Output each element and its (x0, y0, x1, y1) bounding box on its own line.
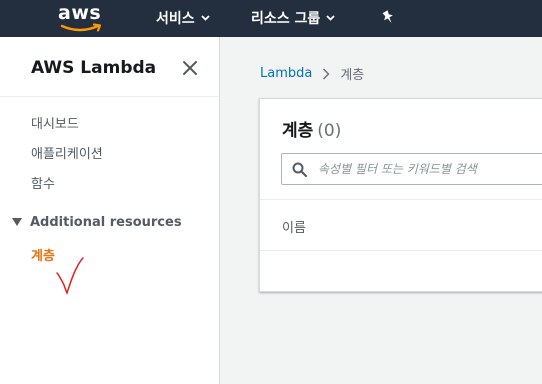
resource-groups-menu[interactable]: 리소스 그룹 (251, 8, 335, 28)
breadcrumb-current: 계층 (340, 68, 365, 83)
resource-groups-menu-label: 리소스 그룹 (251, 11, 321, 27)
services-menu[interactable]: 서비스 (156, 8, 210, 28)
search-icon (292, 162, 307, 177)
search-input[interactable] (318, 154, 542, 184)
services-menu-label: 서비스 (156, 11, 195, 27)
chevron-down-icon (201, 15, 210, 21)
sidebar-item-functions[interactable]: 함수 (31, 173, 55, 192)
column-header-name[interactable]: 이름 (282, 217, 306, 236)
caret-down-icon (12, 218, 22, 226)
panel-title-text: 계층 (282, 121, 314, 141)
layers-panel: 계층(0) 이름 (259, 98, 542, 292)
sidebar-item-dashboard[interactable]: 대시보드 (31, 113, 79, 132)
top-navigation-bar: aws 서비스 리소스 그룹 (0, 0, 542, 37)
table-header-divider (260, 250, 542, 251)
additional-resources-toggle[interactable]: Additional resources (12, 215, 182, 230)
aws-logo[interactable]: aws (58, 2, 104, 34)
close-icon[interactable] (181, 59, 199, 77)
panel-divider (260, 199, 542, 200)
chevron-right-icon (323, 68, 330, 79)
chevron-down-icon (326, 15, 335, 21)
search-box (281, 153, 542, 185)
handwritten-check-mark (56, 257, 84, 295)
aws-smile-icon (60, 23, 102, 32)
breadcrumb: Lambda 계층 (260, 64, 364, 83)
sidebar-title: AWS Lambda (31, 58, 157, 78)
sidebar-item-layers[interactable]: 계층 (31, 245, 55, 264)
panel-title: 계층 (0) (282, 116, 341, 141)
breadcrumb-lambda-link[interactable]: Lambda (260, 66, 312, 81)
sidebar: AWS Lambda 대시보드 애플리케이션 함수 Additional res… (0, 37, 220, 384)
layer-count: (0) (317, 121, 342, 141)
additional-resources-label: Additional resources (30, 215, 182, 230)
sidebar-item-applications[interactable]: 애플리케이션 (31, 143, 103, 162)
pin-icon[interactable] (380, 9, 396, 25)
aws-logo-text: aws (58, 2, 102, 24)
sidebar-divider (0, 96, 219, 97)
